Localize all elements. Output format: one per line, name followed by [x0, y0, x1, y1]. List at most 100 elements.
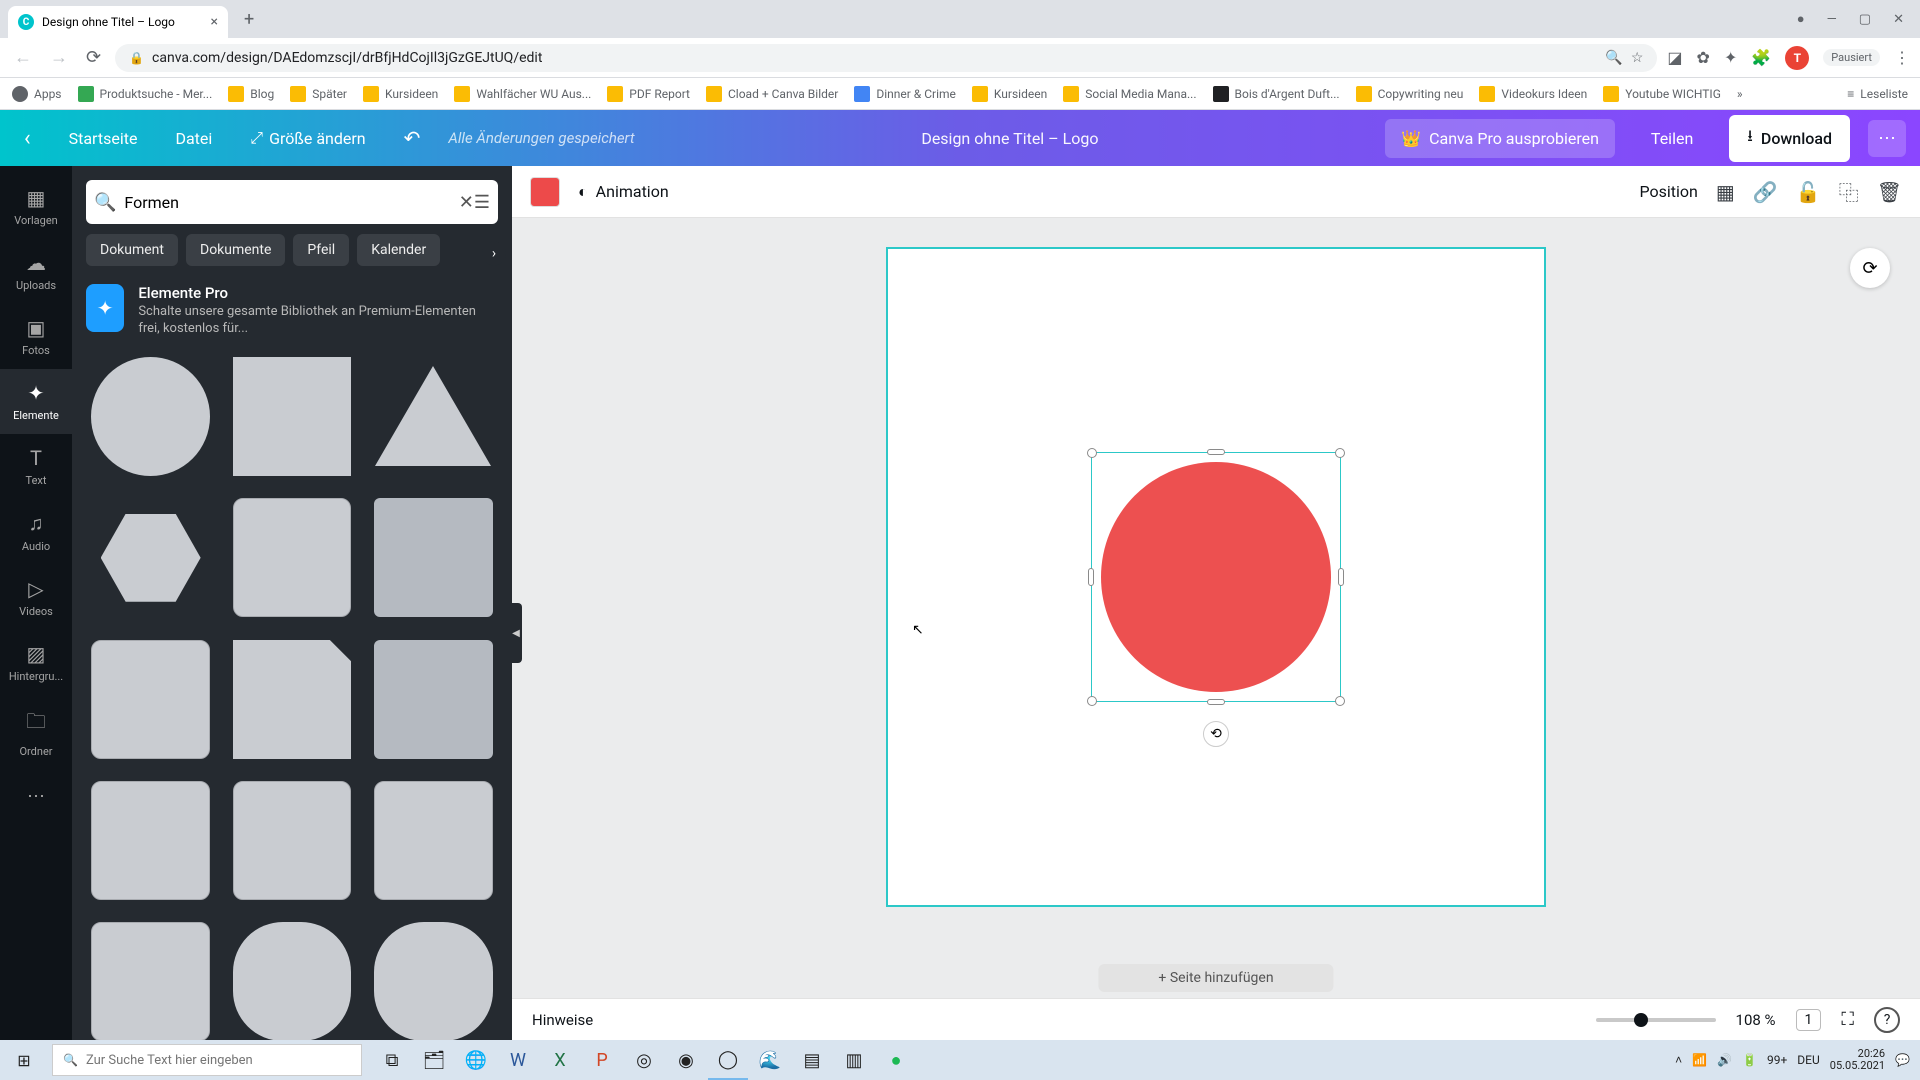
shape-pill-2[interactable]	[369, 917, 498, 1040]
browser-tab[interactable]: C Design ohne Titel – Logo ×	[8, 6, 228, 38]
nav-videos[interactable]: ▷Videos	[0, 565, 72, 630]
hints-button[interactable]: Hinweise	[532, 1011, 593, 1029]
spotify-icon[interactable]: ●	[876, 1040, 916, 1080]
shape-circle[interactable]	[86, 352, 215, 481]
share-button[interactable]: Teilen	[1633, 119, 1711, 158]
shape-card-6[interactable]	[86, 917, 215, 1040]
shape-red-circle[interactable]	[1101, 462, 1331, 692]
nav-more-icon[interactable]: ⋯	[0, 774, 72, 819]
shape-rounded-square[interactable]	[227, 493, 356, 622]
star-icon[interactable]: ☆	[1631, 50, 1644, 66]
link-icon[interactable]: 🔗	[1753, 180, 1778, 204]
chip-kalender[interactable]: Kalender	[357, 234, 440, 266]
fill-color-swatch[interactable]	[530, 177, 560, 207]
forward-icon[interactable]: →	[46, 43, 72, 72]
notepad-icon[interactable]: ▥	[834, 1040, 874, 1080]
duplicate-icon[interactable]: ⿻	[1839, 177, 1859, 206]
back-home-icon[interactable]: ‹	[14, 120, 41, 157]
zoom-indicator-icon[interactable]: 🔍	[1605, 50, 1622, 66]
zoom-slider-knob[interactable]	[1634, 1013, 1648, 1027]
file-menu[interactable]: Datei	[165, 123, 222, 154]
shape-card[interactable]	[86, 634, 215, 763]
shape-card-3[interactable]	[86, 776, 215, 905]
refresh-floating-icon[interactable]: ⟳	[1850, 248, 1890, 288]
ext2-icon[interactable]: ✿	[1697, 48, 1710, 67]
resize-handle-br[interactable]	[1335, 696, 1345, 706]
filter-icon[interactable]: ☰	[474, 192, 490, 213]
add-page-button[interactable]: + Seite hinzufügen	[1098, 964, 1333, 992]
bookmark-item[interactable]: Später	[290, 86, 347, 102]
chip-dokument[interactable]: Dokument	[86, 234, 178, 266]
windows-search-input[interactable]	[86, 1053, 351, 1068]
nav-audio[interactable]: ♫Audio	[0, 499, 72, 565]
nav-elements[interactable]: ✦Elemente	[0, 369, 72, 434]
ext1-icon[interactable]: ◪	[1667, 48, 1682, 67]
new-tab-button[interactable]: +	[236, 9, 262, 30]
app-icon[interactable]: ◎	[624, 1040, 664, 1080]
resize-handle-tm[interactable]	[1207, 449, 1225, 455]
shape-triangle[interactable]	[369, 352, 498, 481]
shape-card-4[interactable]	[227, 776, 356, 905]
bookmark-item[interactable]: Wahlfächer WU Aus...	[454, 86, 591, 102]
bookmark-item[interactable]: Youtube WICHTIG	[1603, 86, 1721, 102]
nav-templates[interactable]: ▦Vorlagen	[0, 174, 72, 239]
tray-notif-badge[interactable]: 99+	[1767, 1053, 1787, 1067]
search-input[interactable]	[116, 193, 458, 212]
bookmark-item[interactable]: Bois d'Argent Duft...	[1213, 86, 1340, 102]
bookmark-item[interactable]: Kursideen	[972, 86, 1047, 102]
download-button[interactable]: ⭳Download	[1729, 115, 1850, 162]
app2-icon[interactable]: ▤	[792, 1040, 832, 1080]
bookmark-item[interactable]: Cload + Canva Bilder	[706, 86, 838, 102]
url-bar[interactable]: 🔒 canva.com/design/DAEdomzscjI/drBfjHdCo…	[115, 44, 1657, 72]
action-center-icon[interactable]: 💬	[1895, 1053, 1910, 1067]
maximize-icon[interactable]: ▢	[1859, 12, 1871, 27]
kebab-menu-icon[interactable]: ⋮	[1894, 48, 1910, 67]
chips-scroll-right-icon[interactable]: ›	[482, 242, 506, 266]
bookmark-item[interactable]: Blog	[228, 86, 274, 102]
more-menu-icon[interactable]: ⋯	[1868, 120, 1906, 157]
shape-hexagon[interactable]	[86, 493, 215, 622]
task-view-icon[interactable]: ⧉	[372, 1040, 412, 1080]
artboard[interactable]: ⟲	[886, 247, 1546, 907]
bookmark-item[interactable]: Kursideen	[363, 86, 438, 102]
obs-icon[interactable]: ◉	[666, 1040, 706, 1080]
shape-rounded-square-2[interactable]	[369, 493, 498, 622]
bookmark-item[interactable]: Videokurs Ideen	[1479, 86, 1587, 102]
volume-icon[interactable]: 🔊	[1717, 1053, 1732, 1067]
try-pro-button[interactable]: 👑Canva Pro ausprobieren	[1385, 119, 1615, 158]
nav-photos[interactable]: ▣Fotos	[0, 304, 72, 369]
reading-list[interactable]: ≡Leseliste	[1847, 87, 1908, 101]
battery-icon[interactable]: 🔋	[1742, 1053, 1757, 1067]
shape-square[interactable]	[227, 352, 356, 481]
fullscreen-icon[interactable]: ⛶	[1841, 1009, 1854, 1030]
word-icon[interactable]: W	[498, 1040, 538, 1080]
resize-handle-bm[interactable]	[1207, 699, 1225, 705]
edge-icon[interactable]: 🌊	[750, 1040, 790, 1080]
help-icon[interactable]: ?	[1874, 1007, 1900, 1033]
transparency-icon[interactable]: ▦	[1716, 180, 1735, 204]
close-window-icon[interactable]: ✕	[1893, 12, 1904, 27]
start-button[interactable]: ⊞	[0, 1051, 48, 1070]
shape-card-2[interactable]	[369, 634, 498, 763]
nav-text[interactable]: TText	[0, 434, 72, 499]
resize-handle-mr[interactable]	[1338, 568, 1344, 586]
shape-pill[interactable]	[227, 917, 356, 1040]
lock-icon[interactable]: 🔓	[1796, 180, 1821, 204]
bookmark-item[interactable]: Dinner & Crime	[854, 86, 956, 102]
bookmarks-overflow[interactable]: »	[1737, 87, 1743, 101]
reload-icon[interactable]: ⟳	[82, 43, 105, 72]
bookmark-item[interactable]: PDF Report	[607, 86, 690, 102]
nav-folders[interactable]: 🗀Ordner	[0, 695, 72, 770]
profile-avatar[interactable]: T	[1785, 46, 1809, 70]
resize-handle-ml[interactable]	[1088, 568, 1094, 586]
powerpoint-icon[interactable]: P	[582, 1040, 622, 1080]
back-icon[interactable]: ←	[10, 43, 36, 72]
edge-old-icon[interactable]: 🌐	[456, 1040, 496, 1080]
explorer-icon[interactable]: 🗂	[414, 1040, 454, 1080]
account-dot-icon[interactable]: ●	[1797, 11, 1805, 27]
apps-bookmark[interactable]: Apps	[12, 86, 62, 102]
elements-search[interactable]: 🔍 ✕ ☰	[86, 180, 498, 224]
shape-folded-corner[interactable]	[227, 634, 356, 763]
zoom-value[interactable]: 108 %	[1736, 1011, 1776, 1029]
home-button[interactable]: Startseite	[59, 123, 148, 154]
